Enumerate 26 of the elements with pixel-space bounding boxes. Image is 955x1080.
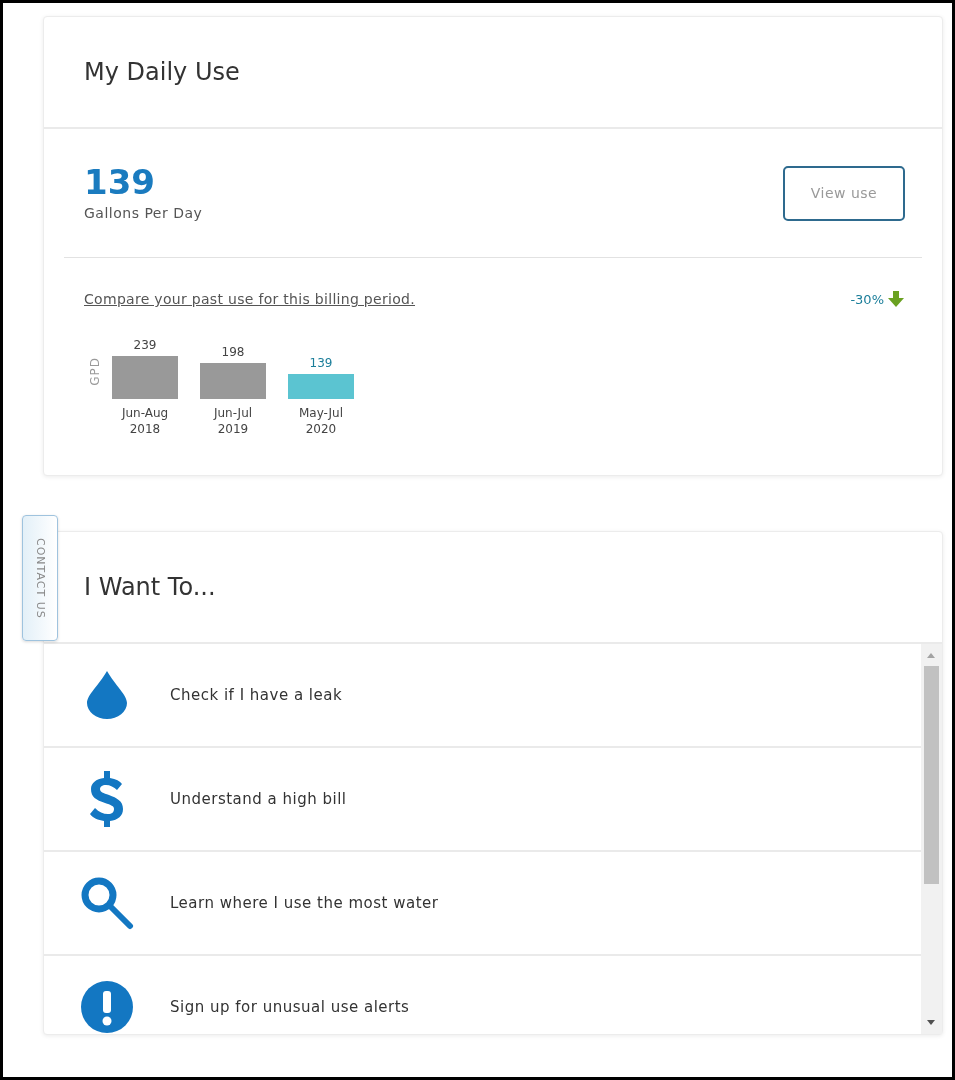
- contact-us-tab[interactable]: CONTACT US: [22, 515, 58, 641]
- water-drop-icon: [87, 671, 127, 720]
- bar: [200, 363, 266, 399]
- axis-label: GPD: [88, 357, 102, 386]
- compare-link[interactable]: Compare your past use for this billing period.: [84, 291, 415, 307]
- unit-label: Gallons Per Day: [84, 205, 203, 221]
- card-title: I Want To...: [84, 573, 216, 602]
- category-label: Jun-Jul 2019: [212, 405, 254, 438]
- value-label: 198: [221, 345, 245, 360]
- action-item[interactable]: Learn where I use the most water: [44, 852, 921, 957]
- daily-use-value: 139: [84, 165, 156, 199]
- action-item[interactable]: Understand a high bill: [44, 748, 921, 853]
- category-label: Jun-Aug 2018: [120, 405, 170, 438]
- value-label: 239: [133, 338, 157, 352]
- search-icon: [80, 876, 134, 931]
- change-percent: -30%: [850, 291, 884, 307]
- value-label: 139: [309, 356, 333, 370]
- dollar-icon: [90, 771, 124, 828]
- bar: [288, 374, 354, 399]
- card-title: My Daily Use: [84, 58, 240, 86]
- scrollbar[interactable]: [921, 644, 942, 1035]
- category-label: May-Jul 2020: [297, 405, 345, 438]
- action-item[interactable]: Sign up for unusual use alerts: [44, 956, 921, 1035]
- arrow-down-icon: [888, 291, 904, 307]
- bar: [112, 356, 178, 399]
- action-item[interactable]: Check if I have a leak: [44, 644, 921, 749]
